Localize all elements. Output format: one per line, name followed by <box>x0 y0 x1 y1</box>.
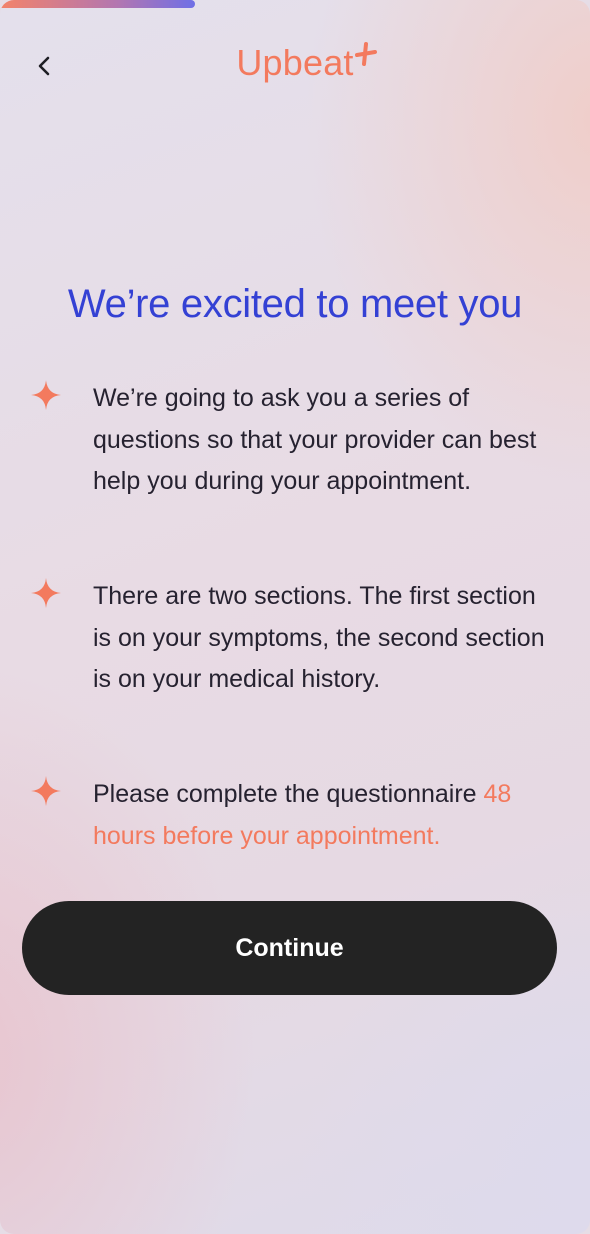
list-item-text-main: Please complete the questionnaire <box>93 780 484 808</box>
progress-fill <box>0 0 195 8</box>
logo-text: Upbeat <box>236 42 354 83</box>
continue-button-label: Continue <box>235 933 344 962</box>
sparkle-icon <box>30 577 62 609</box>
sparkle-icon <box>30 379 62 411</box>
questionnaire-intro-screen: Upbeat We’re excited to meet you We’re g… <box>0 0 590 1234</box>
list-item: There are two sections. The first sectio… <box>30 576 560 701</box>
plus-icon <box>354 40 380 75</box>
list-item: Please complete the questionnaire 48 hou… <box>30 774 560 857</box>
list-item-text: We’re going to ask you a series of quest… <box>93 384 537 495</box>
sparkle-icon <box>30 775 62 807</box>
progress-bar <box>0 0 590 8</box>
continue-button[interactable]: Continue <box>22 901 557 995</box>
list-item: We’re going to ask you a series of quest… <box>30 378 560 503</box>
list-item-text: There are two sections. The first sectio… <box>93 582 545 693</box>
page-title: We’re excited to meet you <box>67 282 523 326</box>
logo: Upbeat <box>0 42 590 84</box>
list-item-text: Please complete the questionnaire 48 hou… <box>93 774 560 857</box>
